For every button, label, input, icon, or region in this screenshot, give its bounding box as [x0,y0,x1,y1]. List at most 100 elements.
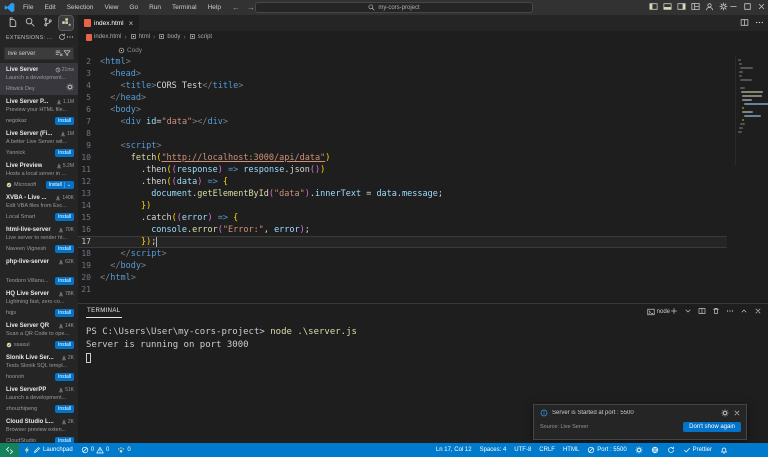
panel-action-trash[interactable] [712,307,720,317]
editor-action-more[interactable] [755,18,764,29]
extension-item[interactable]: XVBA - Live ...140KEdit VBA files from E… [0,191,78,223]
code-line-13[interactable]: 13 document.getElementById("data").inner… [78,188,727,200]
extension-item[interactable]: html-live-server70KLive server to render… [0,223,78,255]
install-button[interactable]: Install [55,277,74,285]
panel-action-split-editor[interactable] [698,307,706,317]
remote-indicator[interactable] [0,443,19,457]
panel-bottom-button[interactable] [663,2,672,13]
launchpad-status[interactable]: Launchpad [19,443,77,457]
code-line-11[interactable]: 11 .then((response) => response.json()) [78,164,727,176]
notification-settings-icon[interactable] [721,409,729,417]
panel-action-more[interactable] [726,307,734,317]
extension-item[interactable]: Live Server21msLaunch a development...Ri… [0,63,78,95]
install-button[interactable]: Install [55,309,74,317]
code-line-6[interactable]: 6 <body> [78,104,727,116]
code-line-12[interactable]: 12 .then((data) => { [78,176,727,188]
code-line-2[interactable]: 2<html> [78,56,727,68]
notifications-bell[interactable] [716,443,732,457]
editor-action-split-editor[interactable] [740,18,749,29]
code-line-14[interactable]: 14 }) [78,200,727,212]
menu-selection[interactable]: Selection [67,4,94,11]
panel-action-close[interactable] [754,307,762,317]
install-button[interactable]: Install [55,213,74,221]
menu-view[interactable]: View [104,4,118,11]
code-line-5[interactable]: 5 </head> [78,92,727,104]
terminal-content[interactable]: PS C:\Users\User\my-cors-project> node .… [86,326,357,365]
filter-icon[interactable] [63,49,71,59]
install-button[interactable]: Install [55,245,74,253]
extension-item[interactable]: Live Server (Fi...1MA better Live Server… [0,127,78,159]
dont-show-again-button[interactable]: Don't show again [683,422,741,432]
panel-left-button[interactable] [649,2,658,13]
code-line-19[interactable]: 19 </body> [78,260,727,272]
clear-list-icon[interactable] [55,49,63,59]
extensions-search-box[interactable] [4,47,74,60]
language-status[interactable]: HTML [559,443,583,457]
panel-action-plus[interactable] [670,307,678,317]
extensions-search-input[interactable] [8,51,55,57]
activity-files[interactable] [5,16,19,30]
tab-index-html[interactable]: index.html × [78,15,140,31]
activity-search[interactable] [23,16,37,30]
install-button[interactable]: Install [55,341,74,349]
refresh-icon[interactable] [58,33,66,43]
install-button[interactable]: Install [55,405,74,413]
code-line-20[interactable]: 20</html> [78,272,727,284]
status-globe[interactable] [647,443,663,457]
indentation-status[interactable]: Spaces: 4 [476,443,511,457]
code-line-21[interactable]: 21 [78,284,727,296]
breadcrumb-item[interactable]: body [158,33,180,42]
activity-extensions[interactable] [59,16,73,30]
minimap[interactable] [735,56,766,166]
status-sync[interactable] [663,443,679,457]
cody-codelens[interactable]: Cody [118,45,142,55]
extension-item[interactable]: Live Preview5.2MHosts a local server in … [0,159,78,191]
problems-status[interactable]: 0 0 [77,443,114,457]
command-center[interactable]: my-cors-project [255,2,533,13]
menu-run[interactable]: Run [149,4,161,11]
install-button[interactable]: Install [55,117,74,125]
code-line-4[interactable]: 4 <title>CORS Test</title> [78,80,727,92]
terminal-profile[interactable]: node [647,308,670,316]
extension-gear-icon[interactable] [66,83,74,95]
menu-help[interactable]: Help [208,4,221,11]
extension-item[interactable]: Live ServerPP51KLaunch a development...z… [0,383,78,415]
more-actions-icon[interactable] [66,33,74,43]
close-button[interactable] [757,2,766,13]
panel-action-chevron-up[interactable] [740,307,748,317]
misc-counter-status[interactable]: 0 [113,443,134,457]
encoding-status[interactable]: UTF-8 [510,443,535,457]
close-tab-icon[interactable]: × [129,19,134,28]
code-editor[interactable]: index.html›html›body›script Cody 2<html>… [78,31,768,303]
menu-go[interactable]: Go [129,4,138,11]
panel-action-chevron-down[interactable] [684,307,692,317]
activity-source-control[interactable] [41,16,55,30]
prettier-status[interactable]: Prettier [679,443,716,457]
code-line-16[interactable]: 16 console.error("Error:", error); [78,224,727,236]
code-line-3[interactable]: 3 <head> [78,68,727,80]
panel-right-button[interactable] [677,2,686,13]
code-line-7[interactable]: 7 <div id="data"></div> [78,116,727,128]
extension-item[interactable]: Cloud Studio L...2KBrowser preview exten… [0,415,78,443]
code-line-10[interactable]: 10 fetch("http://localhost:3000/api/data… [78,152,727,164]
code-line-15[interactable]: 15 .catch((error) => { [78,212,727,224]
install-button[interactable]: Install [55,149,74,157]
layout-button[interactable] [691,2,700,13]
account-button[interactable] [705,2,714,13]
minimize-button[interactable] [729,2,738,13]
terminal-tab[interactable]: TERMINAL [86,306,122,318]
notification-close-icon[interactable] [733,409,741,417]
extension-item[interactable]: php-live-server62KTeodoro Villanu...Inst… [0,255,78,287]
menu-edit[interactable]: Edit [44,4,55,11]
code-line-18[interactable]: 18 </script> [78,248,727,260]
settings-button[interactable] [719,2,728,13]
code-line-17[interactable]: 17 }); [78,236,727,248]
install-button[interactable]: Install [55,373,74,381]
breadcrumb[interactable]: index.html›html›body›script [78,31,768,43]
breadcrumb-item[interactable]: html [130,33,150,42]
back-icon[interactable]: ← [232,3,240,12]
menu-terminal[interactable]: Terminal [172,4,197,11]
maximize-button[interactable] [743,2,752,13]
forward-icon[interactable]: → [247,3,255,12]
extension-item[interactable]: Live Server P...1.1MPreview your HTML fi… [0,95,78,127]
